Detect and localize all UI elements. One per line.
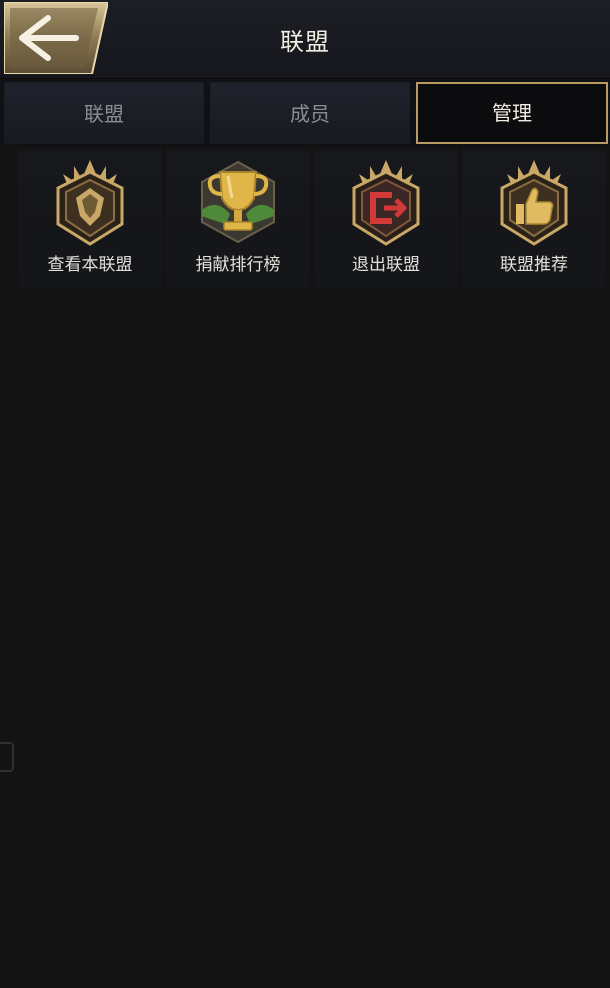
tab-alliance[interactable]: 联盟: [4, 82, 204, 144]
trophy-icon: [201, 160, 275, 244]
donation-ranking-button[interactable]: 捐献排行榜: [166, 150, 310, 288]
side-handle[interactable]: [0, 742, 14, 772]
tab-members[interactable]: 成员: [210, 82, 410, 144]
donation-ranking-label: 捐献排行榜: [195, 255, 281, 275]
leave-alliance-button[interactable]: 退出联盟: [314, 150, 458, 288]
tab-manage[interactable]: 管理: [416, 82, 608, 144]
exit-door-icon: [352, 160, 420, 246]
view-alliance-label: 查看本联盟: [47, 255, 133, 275]
leave-alliance-label: 退出联盟: [352, 255, 420, 275]
thumbs-up-icon: [500, 160, 568, 246]
manage-actions: 查看本联盟 捐献排行榜 退出联盟 联盟推荐: [18, 150, 608, 290]
alliance-screen: 联盟 联盟 成员 管理 查看本联盟 捐献排行榜 退出联盟 联盟推荐: [0, 0, 610, 988]
view-alliance-button[interactable]: 查看本联盟: [18, 150, 162, 288]
tab-bar: 联盟 成员 管理: [0, 80, 610, 146]
page-title: 联盟: [280, 28, 330, 56]
alliance-recommend-button[interactable]: 联盟推荐: [462, 150, 606, 288]
alliance-recommend-label: 联盟推荐: [500, 255, 568, 275]
top-bar: 联盟: [0, 0, 610, 79]
alliance-crest-icon: [56, 160, 124, 246]
